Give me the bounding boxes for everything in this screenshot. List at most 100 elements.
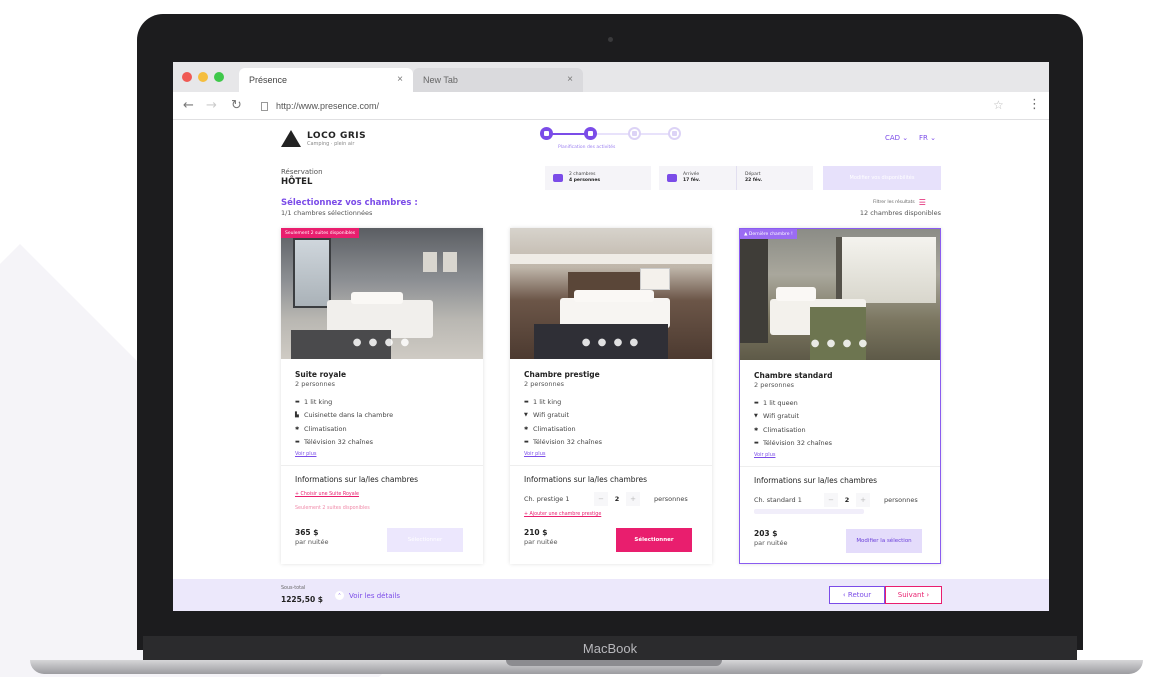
bed-icon: ▬ xyxy=(295,398,300,405)
tab-close-icon[interactable]: × xyxy=(397,74,403,85)
carousel-dots[interactable]: ● ● ● ● xyxy=(811,338,869,349)
room-info-title: Informations sur la/les chambres xyxy=(524,475,648,484)
room-capacity: 2 personnes xyxy=(524,380,564,388)
calendar-icon xyxy=(667,174,677,182)
amenity-item: ▬ Télévision 32 chaînes xyxy=(754,437,832,451)
room-photo[interactable]: ● ● ● ● xyxy=(510,228,712,359)
amenity-label: 1 lit king xyxy=(533,397,562,406)
amenity-label: Wifi gratuit xyxy=(763,412,800,421)
arrival-date[interactable]: Arrivée 17 fév. xyxy=(659,166,737,190)
window-maximize-button[interactable] xyxy=(214,72,224,82)
room-price: 210 $ xyxy=(524,528,548,537)
section-title: Sélectionnez vos chambres : xyxy=(281,198,418,208)
snowflake-icon: ✱ xyxy=(524,425,529,432)
logo[interactable]: LOCO GRIS Camping · plein air xyxy=(281,130,366,147)
price-unit: par nuitée xyxy=(295,538,329,546)
reload-icon[interactable]: ↻ xyxy=(231,98,242,113)
see-more-link[interactable]: Voir plus xyxy=(295,451,316,457)
step-1-icon[interactable] xyxy=(540,127,553,140)
tab-title: Présence xyxy=(249,75,288,85)
browser-tab-presence[interactable]: Présence × xyxy=(239,68,413,92)
persons-quantity[interactable]: 2 xyxy=(608,495,626,503)
amenity-label: Climatisation xyxy=(304,424,347,433)
laptop-notch xyxy=(506,660,722,666)
carousel-dots[interactable]: ● ● ● ● xyxy=(353,337,411,348)
laptop-bezel: MacBook xyxy=(143,636,1077,660)
select-room-button[interactable]: Sélectionner xyxy=(387,528,463,552)
amenity-item: ✱ Climatisation xyxy=(295,422,393,436)
room-photo[interactable]: ● ● ● ● Seulement 2 suites disponibles xyxy=(281,228,483,359)
decrement-button[interactable]: − xyxy=(594,492,608,506)
window-close-button[interactable] xyxy=(182,72,192,82)
persons-quantity[interactable]: 2 xyxy=(838,496,856,504)
amenity-item: ▼ Wifi gratuit xyxy=(524,409,602,423)
device-label: MacBook xyxy=(582,640,638,656)
room-card-suite-royale: ● ● ● ● Seulement 2 suites disponibles S… xyxy=(281,228,483,564)
view-details-link[interactable]: ⌃ Voir les détails xyxy=(335,591,400,600)
room-capacity: 2 personnes xyxy=(295,380,335,388)
modify-selection-button[interactable]: Modifier la sélection xyxy=(846,529,922,553)
progress-stepper: Planification des activités xyxy=(538,126,683,156)
bed-icon: ▬ xyxy=(524,398,529,405)
currency-select[interactable]: CAD ⌄ xyxy=(885,134,908,142)
available-count: 12 chambres disponibles xyxy=(859,209,941,217)
divider xyxy=(281,465,483,466)
amenity-label: Climatisation xyxy=(533,424,576,433)
subtotal-label: Sous-total xyxy=(281,586,306,591)
choose-room-link[interactable]: + Choisir une Suite Royale xyxy=(295,492,359,497)
room-info-title: Informations sur la/les chambres xyxy=(754,476,878,485)
availability-note: Seulement 2 suites disponibles xyxy=(295,506,370,511)
amenity-label: Télévision 32 chaînes xyxy=(304,438,374,447)
price-unit: par nuitée xyxy=(524,538,558,546)
amenities-list: ▬ 1 lit king ▙ Cuisinette dans la chambre … xyxy=(295,395,393,449)
tab-close-icon[interactable]: × xyxy=(567,74,573,85)
filter-results[interactable]: Filtrer les résultats ☰ xyxy=(873,198,926,207)
room-photo[interactable]: ● ● ● ● ▲ Dernière chambre ! xyxy=(740,229,940,360)
carousel-dots[interactable]: ● ● ● ● xyxy=(582,337,640,348)
room-name: Chambre standard xyxy=(754,371,833,380)
increment-button[interactable]: + xyxy=(856,493,870,507)
filter-icon: ☰ xyxy=(918,198,926,207)
window-minimize-button[interactable] xyxy=(198,72,208,82)
room-number-select[interactable]: Ch. standard 1 xyxy=(754,496,824,504)
chevron-up-icon: ⌃ xyxy=(335,591,344,600)
snowflake-icon: ✱ xyxy=(295,425,300,432)
browser-tab-new[interactable]: New Tab × xyxy=(413,68,583,92)
increment-button[interactable]: + xyxy=(626,492,640,506)
browser-address-bar: ← → ↻ http://www.presence.com/ ☆ ⋮ xyxy=(173,92,1049,120)
wifi-icon: ▼ xyxy=(524,412,528,419)
room-name: Suite royale xyxy=(295,370,347,379)
step-4-icon xyxy=(668,127,681,140)
decrement-button[interactable]: − xyxy=(824,493,838,507)
divider xyxy=(510,465,712,466)
departure-date[interactable]: Départ 22 fév. xyxy=(737,166,813,190)
select-room-button[interactable]: Sélectionner xyxy=(616,528,692,552)
snowflake-icon: ✱ xyxy=(754,426,759,433)
room-info-title: Informations sur la/les chambres xyxy=(295,475,419,484)
amenity-item: ▬ Télévision 32 chaînes xyxy=(524,436,602,450)
bookmark-star-icon[interactable]: ☆ xyxy=(993,98,1004,112)
add-room-link[interactable]: + Ajouter une chambre prestige xyxy=(524,512,601,517)
room-number-select[interactable]: Ch. prestige 1 xyxy=(524,495,594,503)
browser-menu-icon[interactable]: ⋮ xyxy=(1028,97,1041,112)
see-more-link[interactable]: Voir plus xyxy=(754,452,775,458)
back-arrow-icon[interactable]: ← xyxy=(183,98,194,113)
next-button[interactable]: Suivant › xyxy=(885,586,942,604)
wifi-icon: ▼ xyxy=(754,413,758,420)
amenities-list: ▬ 1 lit queen ▼ Wifi gratuit ✱ Climatisatio… xyxy=(754,396,832,450)
price-unit: par nuitée xyxy=(754,539,788,547)
step-2-icon[interactable] xyxy=(584,127,597,140)
modify-search-button[interactable]: Modifier vos disponibilités xyxy=(823,166,941,190)
back-button[interactable]: ‹ Retour xyxy=(829,586,885,604)
forward-arrow-icon[interactable]: → xyxy=(206,98,217,113)
current-step-label: Planification des activités xyxy=(558,145,616,150)
view-details-label: Voir les détails xyxy=(349,591,401,600)
screen: Présence × New Tab × ← → ↻ http://www.pr… xyxy=(173,62,1049,611)
guests-summary[interactable]: 2 chambres 4 personnes xyxy=(545,166,651,190)
reservation-type: HÔTEL xyxy=(281,177,313,187)
language-select[interactable]: FR ⌄ xyxy=(919,134,936,142)
people-icon xyxy=(553,174,563,182)
amenity-label: Cuisinette dans la chambre xyxy=(304,411,394,420)
url-field[interactable]: http://www.presence.com/ xyxy=(261,97,1001,115)
see-more-link[interactable]: Voir plus xyxy=(524,451,545,457)
